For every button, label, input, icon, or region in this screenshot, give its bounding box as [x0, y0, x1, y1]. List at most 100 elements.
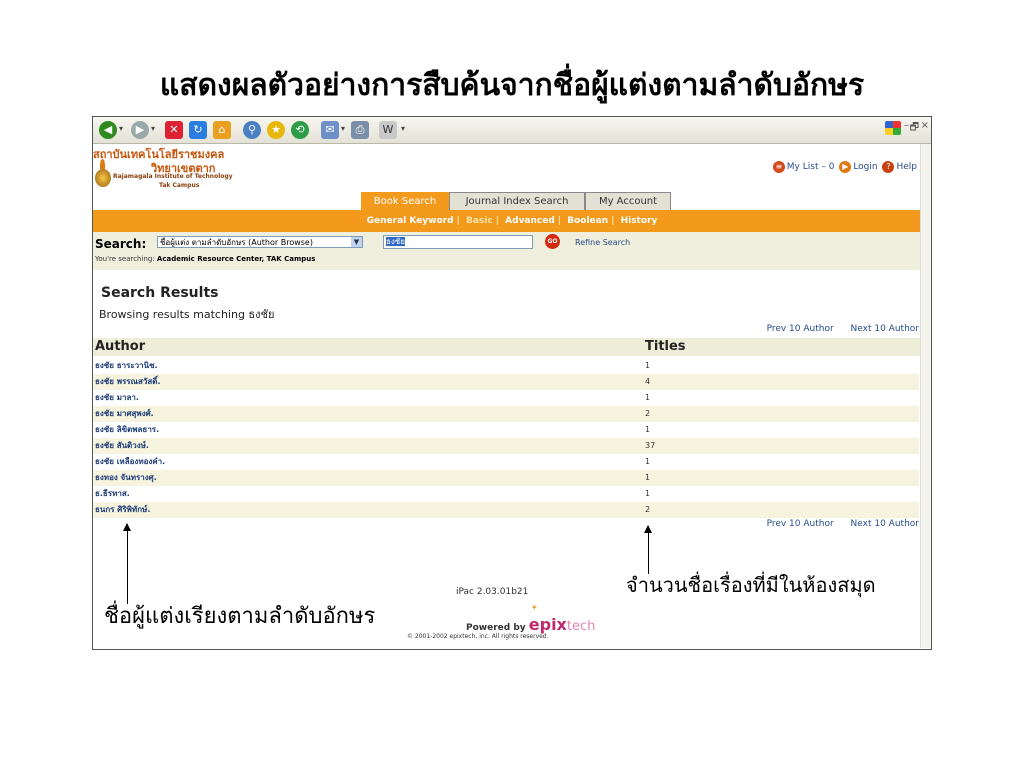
- back-icon[interactable]: ◀: [99, 121, 117, 139]
- login-link[interactable]: Login: [853, 162, 877, 172]
- annotation-author-order: ชื่อผู้แต่งเรียงตามลำดับอักษร: [104, 604, 376, 629]
- titles-count[interactable]: 1: [645, 390, 650, 406]
- powered-by-label: Powered by: [466, 623, 526, 633]
- table-row: ธงทอง จันทรางศุ. 1: [93, 470, 919, 486]
- back-dropdown-icon[interactable]: ▾: [119, 124, 123, 133]
- browser-toolbar: ◀ ▾ ▶ ▾ ✕ ↻ ⌂ ⚲ ★ ⟲ ✉ ▾ ⎙ W ▾ – 🗗 ×: [93, 117, 931, 144]
- author-link[interactable]: ธงชัย ธาระวานิช.: [95, 358, 158, 374]
- forward-icon[interactable]: ▶: [131, 121, 149, 139]
- campus-name-en: Tak Campus: [159, 182, 200, 189]
- pager-top: Prev 10 Author Next 10 Author: [753, 324, 919, 334]
- column-header-author: Author: [93, 338, 643, 356]
- author-link[interactable]: ธงชัย มาลา.: [95, 390, 139, 406]
- my-list-link[interactable]: My List – 0: [787, 162, 835, 172]
- titles-count[interactable]: 2: [645, 406, 650, 422]
- tab-journal-index-search[interactable]: Journal Index Search: [449, 192, 585, 210]
- powered-by: Powered by epixtech: [466, 615, 595, 634]
- refine-search-link[interactable]: Refine Search: [575, 238, 630, 247]
- nav-basic[interactable]: Basic: [466, 216, 493, 226]
- titles-count[interactable]: 1: [645, 358, 650, 374]
- scope-name: Academic Resource Center, TAK Campus: [156, 255, 316, 263]
- results-heading: Search Results: [101, 285, 219, 301]
- nav-history[interactable]: History: [621, 216, 658, 226]
- search-type-value: ชื่อผู้แต่ง ตามลำดับอักษร (Author Browse…: [160, 238, 313, 247]
- table-row: ธนกร ศิริพิทักษ์. 2: [93, 502, 919, 518]
- prev-10-author-link[interactable]: Prev 10 Author: [767, 324, 834, 334]
- annotation-title-count: จำนวนชื่อเรื่องที่มีในห้องสมุด: [626, 573, 876, 597]
- author-link[interactable]: ธงชัย เหลืองทองคำ.: [95, 454, 165, 470]
- institution-logo-icon: [95, 159, 111, 189]
- table-row: ธงชัย พรรณสวัสดิ์. 4: [93, 374, 919, 390]
- titles-count[interactable]: 1: [645, 454, 650, 470]
- search-type-select[interactable]: ชื่อผู้แต่ง ตามลำดับอักษร (Author Browse…: [157, 236, 363, 248]
- annotation-arrow-titles: [644, 525, 652, 574]
- tab-my-account[interactable]: My Account: [585, 192, 671, 210]
- stop-icon[interactable]: ✕: [165, 121, 183, 139]
- search-input-value: ธงชัย: [386, 237, 405, 246]
- nav-advanced[interactable]: Advanced: [505, 216, 555, 226]
- search-input[interactable]: ธงชัย: [383, 235, 533, 249]
- mail-icon[interactable]: ✉: [321, 121, 339, 139]
- table-row: ธงชัย ธาระวานิช. 1: [93, 358, 919, 374]
- copyright: © 2001-2002 epixtech, inc. All rights re…: [407, 633, 549, 640]
- next-10-author-link[interactable]: Next 10 Author: [851, 519, 919, 529]
- epixtech-logo[interactable]: epix: [529, 615, 567, 634]
- results-subheading: Browsing results matching ธงชัย: [99, 308, 275, 321]
- search-bar: Search: ชื่อผู้แต่ง ตามลำดับอักษร (Autho…: [93, 232, 931, 270]
- epixtech-logo-tail[interactable]: tech: [567, 619, 595, 634]
- windows-logo-icon: [885, 121, 901, 135]
- close-icon[interactable]: ×: [921, 120, 929, 131]
- author-link[interactable]: ธงชัย สันติวงษ์.: [95, 438, 149, 454]
- results-table: ธงชัย ธาระวานิช. 1 ธงชัย พรรณสวัสดิ์. 4 ธง…: [93, 358, 919, 518]
- author-link[interactable]: ธนกร ศิริพิทักษ์.: [95, 502, 150, 518]
- author-link[interactable]: ธงชัย พรรณสวัสดิ์.: [95, 374, 160, 390]
- vertical-scrollbar[interactable]: [920, 144, 931, 648]
- minimize-icon[interactable]: –: [904, 120, 909, 131]
- help-icon: ?: [882, 161, 895, 173]
- nav-boolean[interactable]: Boolean: [567, 216, 608, 226]
- institution-name-en: Rajamagala Institute of Technology: [113, 173, 233, 180]
- go-button[interactable]: GO: [545, 234, 560, 249]
- next-10-author-link[interactable]: Next 10 Author: [851, 324, 919, 334]
- table-row: ธงชัย มาลา. 1: [93, 390, 919, 406]
- favorites-icon[interactable]: ★: [267, 121, 285, 139]
- titles-count[interactable]: 1: [645, 486, 650, 502]
- edit-dropdown-icon[interactable]: ▾: [401, 124, 405, 133]
- restore-icon[interactable]: 🗗: [910, 120, 919, 137]
- titles-count[interactable]: 37: [645, 438, 655, 454]
- history-icon[interactable]: ⟲: [291, 121, 309, 139]
- table-row: ธงชัย สันติวงษ์. 37: [93, 438, 919, 454]
- edit-icon[interactable]: W: [379, 121, 397, 139]
- sparkle-icon: ✦: [531, 603, 538, 612]
- search-icon[interactable]: ⚲: [243, 121, 261, 139]
- search-label: Search:: [95, 237, 147, 251]
- titles-count[interactable]: 2: [645, 502, 650, 518]
- tab-book-search[interactable]: Book Search: [361, 192, 449, 210]
- table-row: ธงชัย มาศสุพงศ์. 2: [93, 406, 919, 422]
- print-icon[interactable]: ⎙: [351, 121, 369, 139]
- table-row: ธงชัย เหลืองทองคำ. 1: [93, 454, 919, 470]
- chevron-down-icon[interactable]: ▼: [351, 237, 362, 247]
- mail-dropdown-icon[interactable]: ▾: [341, 124, 345, 133]
- annotation-arrow-author: [123, 523, 131, 604]
- table-row: ธ.ธีรทาส. 1: [93, 486, 919, 502]
- table-row: ธงชัย ลิขิตพลธาร. 1: [93, 422, 919, 438]
- pager-bottom: Prev 10 Author Next 10 Author: [753, 519, 919, 529]
- refresh-icon[interactable]: ↻: [189, 121, 207, 139]
- scope-prefix: You're searching:: [95, 255, 155, 263]
- version-label: iPac 2.03.01b21: [456, 587, 529, 597]
- forward-dropdown-icon[interactable]: ▾: [151, 124, 155, 133]
- search-scope: You're searching: Academic Resource Cent…: [95, 255, 315, 263]
- search-type-nav: General Keyword | Basic | Advanced | Boolea…: [93, 210, 931, 232]
- help-link[interactable]: Help: [896, 162, 917, 172]
- titles-count[interactable]: 1: [645, 422, 650, 438]
- author-link[interactable]: ธงชัย มาศสุพงศ์.: [95, 406, 154, 422]
- titles-count[interactable]: 4: [645, 374, 650, 390]
- prev-10-author-link[interactable]: Prev 10 Author: [767, 519, 834, 529]
- titles-count[interactable]: 1: [645, 470, 650, 486]
- nav-general-keyword[interactable]: General Keyword: [367, 216, 454, 226]
- author-link[interactable]: ธ.ธีรทาส.: [95, 486, 130, 502]
- home-icon[interactable]: ⌂: [213, 121, 231, 139]
- author-link[interactable]: ธงชัย ลิขิตพลธาร.: [95, 422, 159, 438]
- author-link[interactable]: ธงทอง จันทรางศุ.: [95, 470, 157, 486]
